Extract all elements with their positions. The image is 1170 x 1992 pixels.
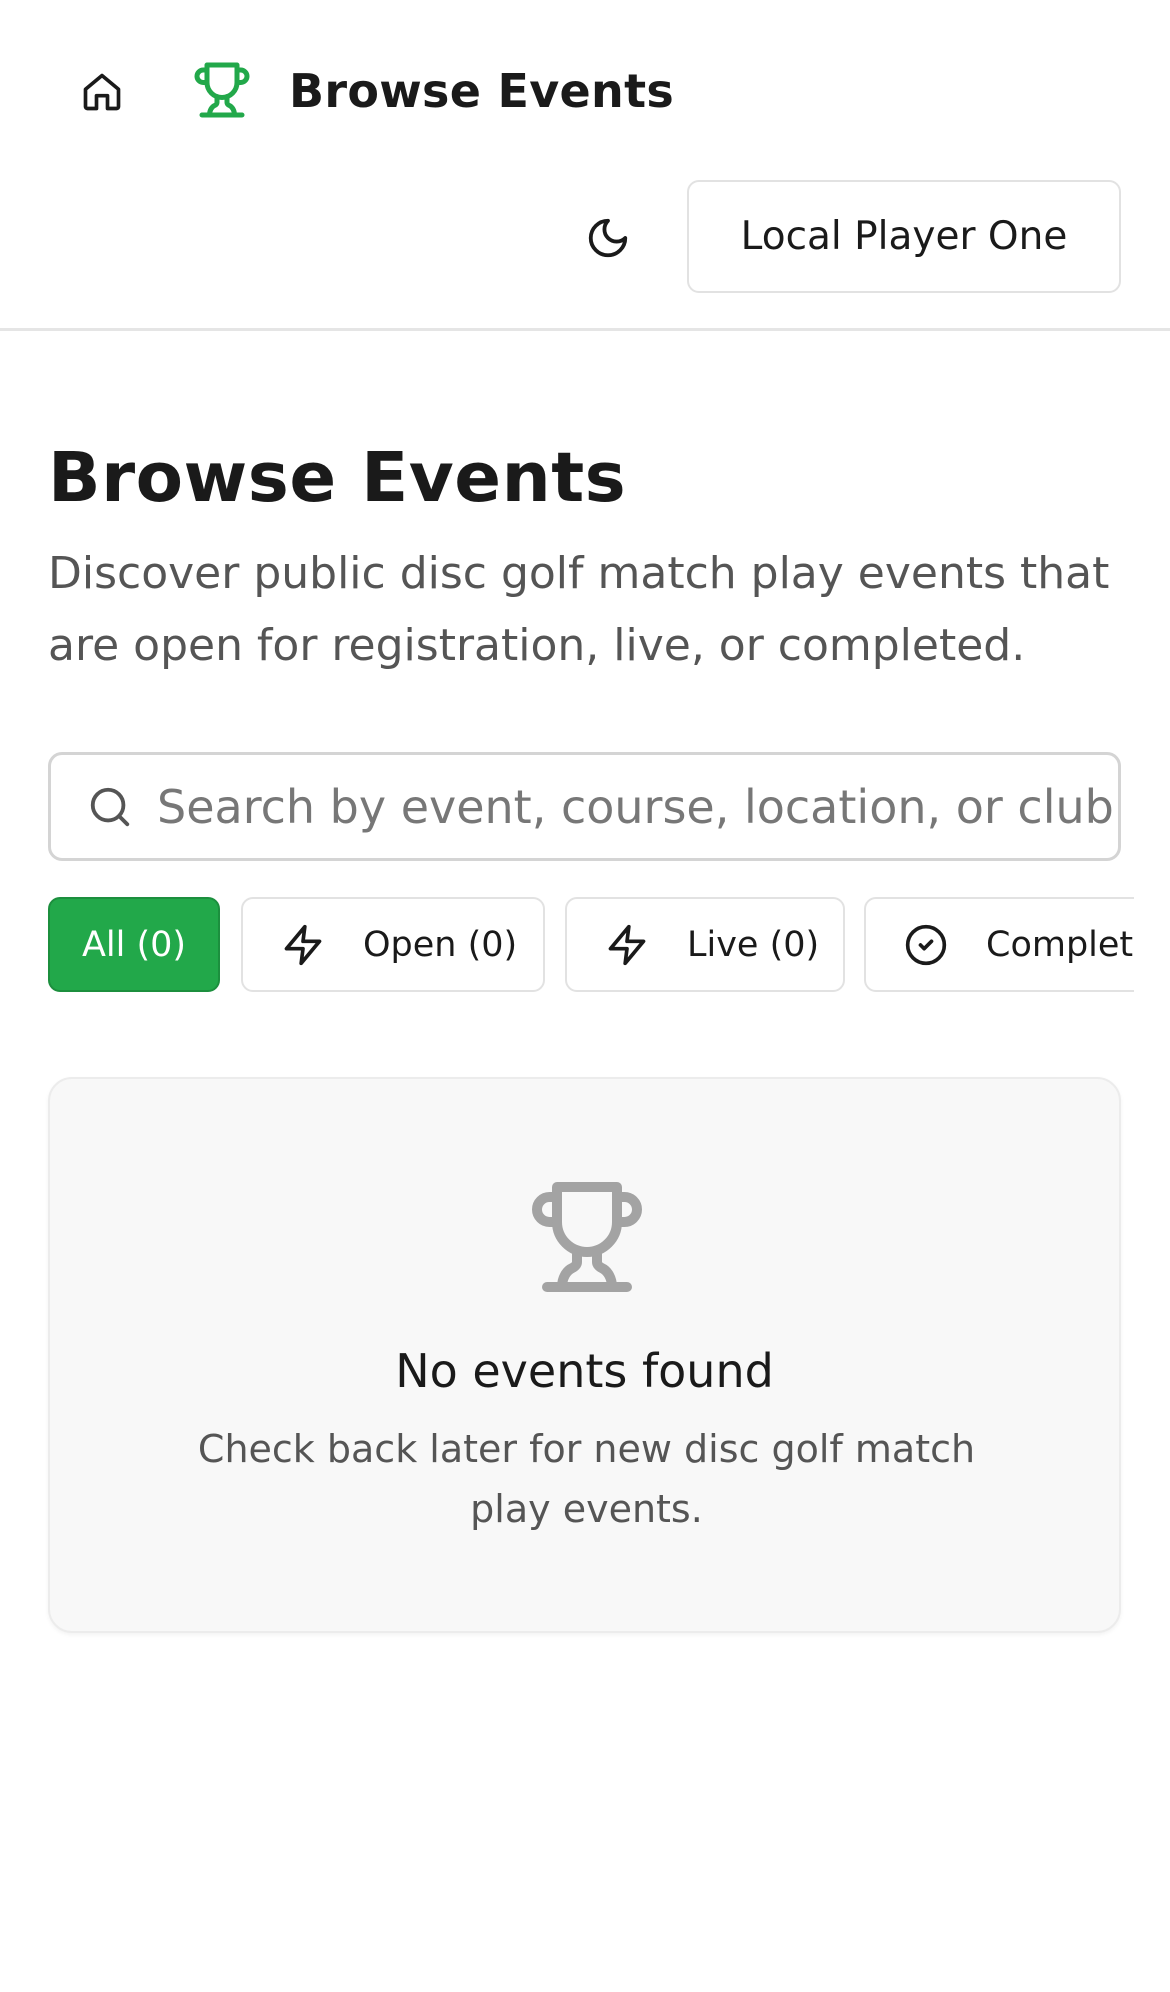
search-box [48,752,1121,861]
search-icon [90,787,130,826]
search-input[interactable] [157,779,1118,834]
filter-chip-live[interactable]: Live (0) [565,897,845,992]
status-filter-tabs: All (0) Open (0) Live (0) Completed [48,897,1134,993]
theme-toggle-button[interactable] [578,208,638,268]
page-title: Browse Events [48,438,627,518]
filter-chip-completed[interactable]: Completed [864,897,1134,992]
filter-chip-label: Open (0) [363,924,518,965]
empty-state-description: Check back later for new disc golf match… [197,1427,976,1531]
filter-chip-label: Completed [986,924,1134,965]
moon-icon [588,218,628,258]
lightning-icon [284,924,322,965]
trophy-icon [532,1182,642,1292]
empty-state-card: No events found Check back later for new… [48,1077,1121,1633]
check-circle-icon [905,924,947,965]
app-title: Browse Events [289,64,675,118]
home-icon [83,73,121,111]
lightning-icon [608,924,646,965]
page-description: Discover public disc golf match play eve… [48,548,1110,671]
filter-chip-label: All (0) [81,924,187,965]
user-menu-button[interactable]: Local Player One [687,180,1121,293]
home-button[interactable] [72,62,132,122]
top-bar: Browse Events Local Player One [0,0,1170,331]
empty-state-title: No events found [395,1344,774,1398]
filter-chip-open[interactable]: Open (0) [241,897,545,992]
filter-chip-label: Live (0) [687,924,820,965]
filter-chip-all[interactable]: All (0) [48,897,220,992]
trophy-icon [194,62,250,118]
